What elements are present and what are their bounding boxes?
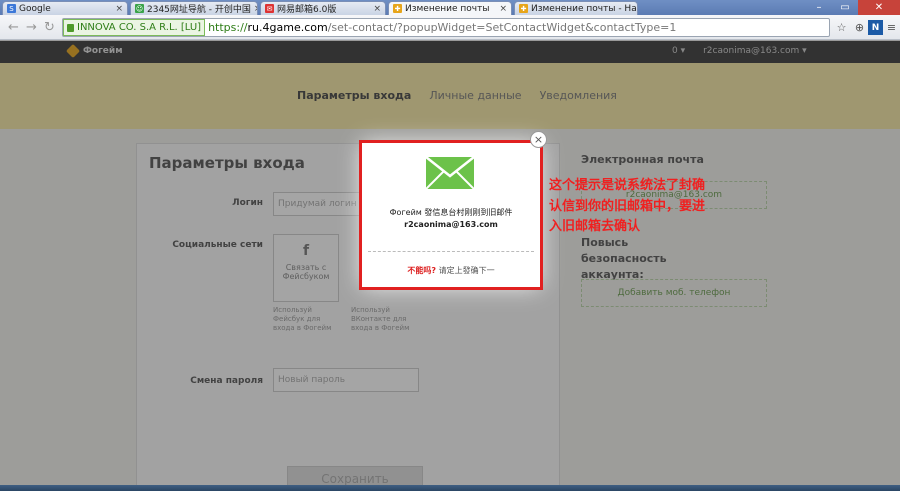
url-protocol: https://: [208, 21, 248, 34]
url-path: /set-contact/?popupWidget=SetContactWidg…: [327, 21, 677, 34]
address-bar[interactable]: INNOVA CO. S.A R.L. [LU] https://ru.4gam…: [62, 18, 830, 37]
popup-close-button[interactable]: ×: [530, 131, 547, 148]
close-icon[interactable]: ×: [496, 4, 507, 14]
url-host: ru.4game.com: [247, 21, 328, 34]
mail-icon: ✉: [265, 4, 274, 13]
4game-icon: ✚: [393, 4, 402, 13]
ev-certificate-badge[interactable]: INNOVA CO. S.A R.L. [LU]: [63, 19, 206, 36]
window-controls: – ▭ ✕: [806, 0, 900, 15]
nav-icon: ☺: [135, 4, 144, 13]
url-text[interactable]: https://ru.4game.com/set-contact/?popupW…: [208, 21, 676, 34]
star-icon[interactable]: ☆: [834, 20, 849, 35]
google-icon: S: [7, 4, 16, 13]
forward-icon[interactable]: →: [26, 20, 37, 35]
reload-icon[interactable]: ↻: [44, 20, 55, 35]
4game-icon: ✚: [519, 4, 528, 13]
tab-label: Изменение почты - На: [531, 3, 637, 14]
tab-label: 2345网址导航 - 开创中国: [147, 5, 251, 15]
browser-tab-2345[interactable]: ☺ 2345网址导航 - 开创中国 ×: [130, 1, 258, 15]
ev-certificate-label: INNOVA CO. S.A R.L. [LU]: [77, 22, 202, 33]
os-taskbar: [0, 485, 900, 491]
browser-tab-netease-mail[interactable]: ✉ 网易邮箱6.0版 ×: [260, 1, 386, 15]
close-icon[interactable]: ×: [370, 4, 381, 14]
browser-tab-google[interactable]: S Google ×: [2, 1, 128, 15]
maximize-icon[interactable]: ▭: [832, 0, 858, 15]
lock-icon: [67, 23, 74, 32]
annotation-text: 这个提示是说系统法了封确认信到你的旧邮箱中，要进入旧邮箱去确认: [549, 178, 706, 234]
tab-label: Изменение почты: [405, 3, 490, 14]
annotation-highlight-frame: [359, 140, 543, 290]
browser-tab-change-email[interactable]: ✚ Изменение почты ×: [388, 1, 512, 15]
extension-icon[interactable]: ⊕: [852, 20, 867, 35]
close-icon[interactable]: ×: [251, 4, 257, 14]
window-close-icon[interactable]: ✕: [858, 0, 900, 15]
browser-tab-change-email-2[interactable]: ✚ Изменение почты - На ×: [514, 1, 638, 15]
tab-label: Google: [19, 3, 51, 14]
tab-label: 网易邮箱6.0版: [277, 5, 337, 15]
extension-n-icon[interactable]: N: [868, 20, 883, 35]
close-icon[interactable]: ×: [637, 4, 638, 14]
wrench-icon[interactable]: ≡: [884, 20, 899, 35]
browser-toolbar: ← → ↻ INNOVA CO. S.A R.L. [LU] https://r…: [0, 15, 900, 40]
back-icon[interactable]: ←: [8, 20, 19, 35]
minimize-icon[interactable]: –: [806, 0, 832, 15]
browser-tab-strip: S Google × ☺ 2345网址导航 - 开创中国 × ✉ 网易邮箱6.0…: [0, 0, 900, 15]
close-icon[interactable]: ×: [112, 4, 123, 14]
